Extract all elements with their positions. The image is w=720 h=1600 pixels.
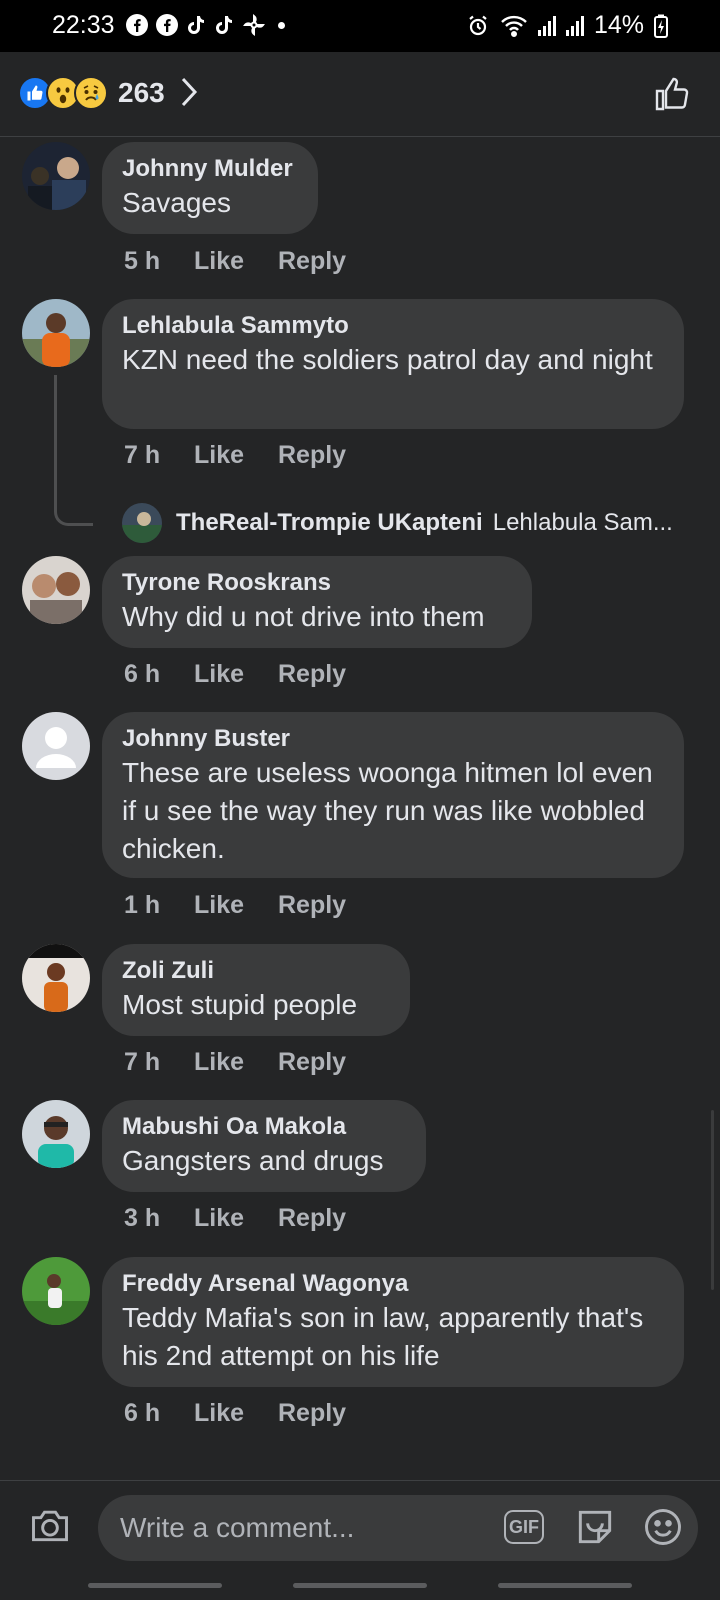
system-nav-bar [0,1570,720,1600]
reply-button[interactable]: Reply [278,1048,346,1077]
comment-time: 5 h [124,247,161,275]
comment-bubble[interactable]: Freddy Arsenal Wagonya Teddy Mafia's son… [102,1257,684,1387]
nav-recents-handle[interactable] [88,1583,222,1588]
pinwheel-icon [243,14,265,36]
comment-time: 1 h [124,891,161,919]
reactions-summary[interactable]: 263 [18,76,165,110]
reaction-count: 263 [118,77,165,108]
like-post-button[interactable] [654,76,690,112]
like-button[interactable]: Like [194,1204,278,1233]
avatar[interactable] [22,299,90,367]
like-button[interactable]: Like [194,1048,278,1077]
chevron-right-icon[interactable] [176,74,202,110]
reactions-header: 263 [0,52,720,137]
comment-actions: 7 h Like Reply [124,441,346,470]
like-button[interactable]: Like [194,247,278,276]
comment-time: 6 h [124,660,161,688]
nav-home-handle[interactable] [293,1583,427,1588]
avatar[interactable] [22,1257,90,1325]
comment-author[interactable]: Mabushi Oa Makola [122,1112,406,1142]
like-button[interactable]: Like [194,1399,278,1428]
sticker-icon[interactable] [573,1505,617,1549]
comment-actions: 5 h Like Reply [124,247,346,276]
comment-text: These are useless woonga hitmen lol even… [122,757,653,864]
avatar[interactable] [22,944,90,1012]
comment-actions: 7 h Like Reply [124,1048,346,1077]
comment-actions: 6 h Like Reply [124,660,346,689]
camera-button[interactable] [28,1503,72,1547]
comment-author[interactable]: Johnny Mulder [122,154,298,184]
comment-time: 7 h [124,1048,161,1076]
status-right: 14% [466,11,668,40]
reply-button[interactable]: Reply [278,1204,346,1233]
comment-text: Why did u not drive into them [122,601,485,632]
nav-back-handle[interactable] [498,1583,632,1588]
tiktok-icon [188,16,204,34]
cell-signal-icon [565,15,584,36]
status-bar: 22:33 14% [0,0,720,52]
facebook-icon [156,14,178,36]
scrollbar[interactable] [711,1110,714,1290]
comment-bubble[interactable]: Mabushi Oa Makola Gangsters and drugs [102,1100,426,1192]
comment-author[interactable]: Zoli Zuli [122,956,390,986]
reply-button[interactable]: Reply [278,1399,346,1428]
comment-bubble[interactable]: Johnny Buster These are useless woonga h… [102,712,684,878]
comment-author[interactable]: Tyrone Rooskrans [122,568,512,598]
comment-actions: 6 h Like Reply [124,1399,346,1428]
tiktok-icon [216,16,232,34]
sad-reaction-icon [74,76,108,110]
battery-percent: 14% [593,11,644,39]
emoji-icon[interactable] [641,1505,685,1549]
gif-button[interactable]: GIF [504,1510,544,1544]
comment-text: KZN need the soldiers patrol day and nig… [122,344,653,375]
cell-signal-icon [537,15,556,36]
reply-author: TheReal-Trompie UKapteni [176,509,483,536]
reply-preview[interactable]: TheReal-Trompie UKapteni Lehlabula Sam..… [122,503,673,543]
like-button[interactable]: Like [194,891,278,920]
status-app-icons [126,13,285,37]
comment-bubble[interactable]: Lehlabula Sammyto KZN need the soldiers … [102,299,684,429]
like-button[interactable]: Like [194,660,278,689]
avatar[interactable] [22,142,90,210]
thread-connector [54,375,93,526]
comment-bubble[interactable]: Johnny Mulder Savages [102,142,318,234]
comment-time: 7 h [124,441,161,469]
reply-button[interactable]: Reply [278,891,346,920]
comment-text: Gangsters and drugs [122,1145,384,1176]
comment-author[interactable]: Freddy Arsenal Wagonya [122,1269,664,1299]
facebook-icon [126,14,148,36]
comment-composer: GIF [0,1480,720,1571]
avatar[interactable] [22,556,90,624]
avatar[interactable] [22,712,90,780]
comment-text: Most stupid people [122,989,358,1020]
status-time: 22:33 [52,11,115,39]
reply-button[interactable]: Reply [278,441,346,470]
wifi-icon [501,15,527,37]
comment-time: 3 h [124,1204,161,1232]
alarm-icon [469,15,487,35]
comment-bubble[interactable]: Tyrone Rooskrans Why did u not drive int… [102,556,532,648]
comment-actions: 1 h Like Reply [124,891,346,920]
comment-text: Teddy Mafia's son in law, apparently tha… [122,1302,644,1371]
reply-avatar [122,503,162,543]
more-notifications-dot-icon [278,21,285,29]
battery-charging-icon [654,14,668,38]
reply-snippet: Lehlabula Sam... [492,509,673,536]
like-button[interactable]: Like [194,441,278,470]
reply-button[interactable]: Reply [278,660,346,689]
comment-actions: 3 h Like Reply [124,1204,346,1233]
comment-author[interactable]: Lehlabula Sammyto [122,311,664,341]
avatar[interactable] [22,1100,90,1168]
comment-text: Savages [122,187,231,218]
comment-bubble[interactable]: Zoli Zuli Most stupid people [102,944,410,1036]
comment-author[interactable]: Johnny Buster [122,724,664,754]
comment-time: 6 h [124,1399,161,1427]
reply-button[interactable]: Reply [278,247,346,276]
